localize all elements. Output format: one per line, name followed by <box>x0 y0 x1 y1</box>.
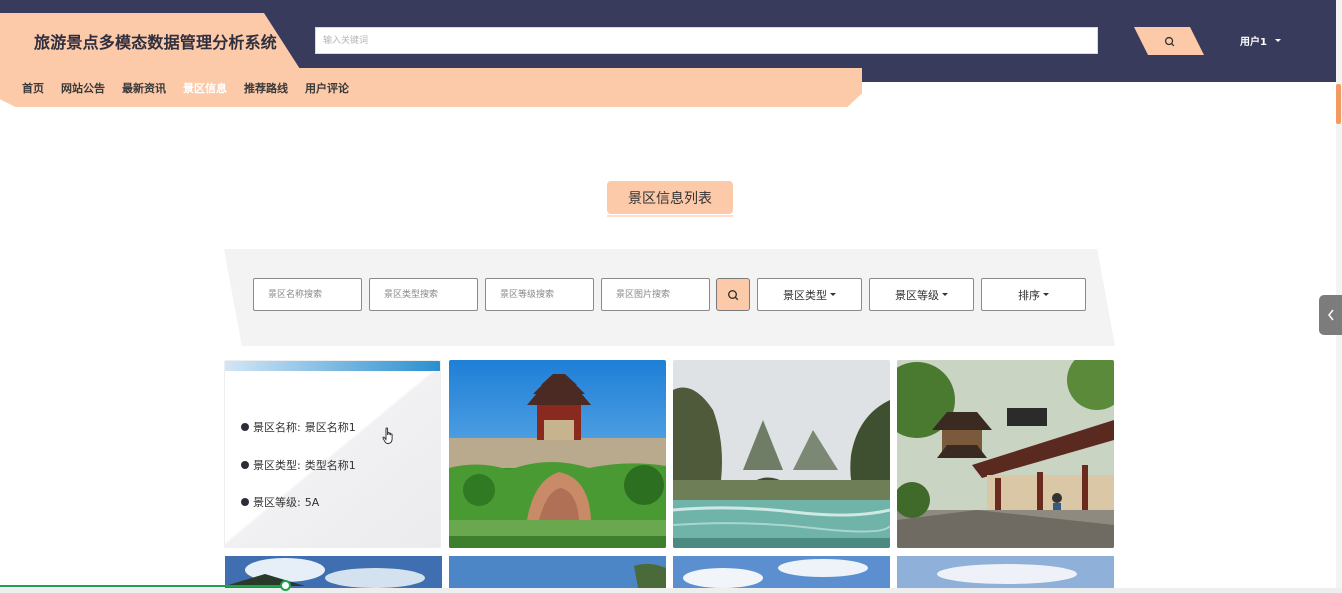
scenic-card[interactable]: 景区名称: 景区名称1 景区类型: 类型名称1 景区等级: 5A <box>224 360 441 548</box>
filter-search-button[interactable] <box>716 278 750 311</box>
nav-item-announcements[interactable]: 网站公告 <box>61 80 105 96</box>
nav-item-reviews[interactable]: 用户评论 <box>305 80 349 96</box>
level-dropdown[interactable]: 景区等级 <box>869 278 974 311</box>
chevron-down-icon <box>942 293 948 296</box>
card-type-label: 景区类型: <box>253 459 301 472</box>
bullet-icon <box>241 461 249 469</box>
user-label: 用户1 <box>1240 36 1267 48</box>
card-level-row: 景区等级: 5A <box>241 494 319 510</box>
hand-pointer-icon <box>382 427 393 444</box>
user-menu[interactable]: 用户1 <box>1240 30 1281 50</box>
bottom-bar <box>0 588 1342 593</box>
card-name-label: 景区名称: <box>253 421 301 434</box>
scenic-card-image[interactable] <box>897 360 1114 548</box>
bullet-icon <box>241 498 249 506</box>
scenic-photo-bridge <box>673 360 890 548</box>
scenic-photo-pavilion <box>897 360 1114 548</box>
card-level-label: 景区等级: <box>253 496 301 509</box>
nav-item-home[interactable]: 首页 <box>22 80 44 96</box>
nav-item-scenic-info[interactable]: 景区信息 <box>183 80 227 96</box>
nav-item-news[interactable]: 最新资讯 <box>122 80 166 96</box>
card-level-value: 5A <box>304 495 320 509</box>
type-dropdown-label: 景区类型 <box>783 288 827 302</box>
card-type-row: 景区类型: 类型名称1 <box>241 457 356 473</box>
sort-dropdown-label: 排序 <box>1018 288 1040 302</box>
bullet-icon <box>241 423 249 431</box>
card-name-value: 景区名称1 <box>304 421 356 434</box>
chevron-down-icon <box>830 293 836 296</box>
level-dropdown-label: 景区等级 <box>895 288 939 302</box>
scenic-card-image[interactable] <box>449 360 666 548</box>
type-dropdown[interactable]: 景区类型 <box>757 278 862 311</box>
app-title: 旅游景点多模态数据管理分析系统 <box>34 33 278 52</box>
scrollbar-thumb[interactable] <box>1336 84 1341 124</box>
section-title-underline <box>607 215 733 217</box>
type-search-input[interactable] <box>369 278 478 311</box>
scenic-photo-tower <box>449 360 666 548</box>
search-icon <box>728 289 739 300</box>
page: 旅游景点多模态数据管理分析系统 用户1 首页 网站公告 最新资讯 景区信息 推荐… <box>0 0 1342 593</box>
name-search-input[interactable] <box>253 278 362 311</box>
image-search-input[interactable] <box>601 278 710 311</box>
sort-dropdown[interactable]: 排序 <box>981 278 1086 311</box>
section-title: 景区信息列表 <box>607 181 733 214</box>
card-image-strip <box>225 361 440 371</box>
scenic-card-image[interactable] <box>673 360 890 548</box>
side-panel-toggle[interactable] <box>1319 295 1342 335</box>
main-nav: 首页 网站公告 最新资讯 景区信息 推荐路线 用户评论 <box>0 68 862 107</box>
brand-block: 旅游景点多模态数据管理分析系统 <box>0 13 300 69</box>
level-search-input[interactable] <box>485 278 594 311</box>
card-name-row: 景区名称: 景区名称1 <box>241 419 356 435</box>
global-search-input[interactable] <box>315 27 1098 54</box>
chevron-down-icon <box>1274 38 1281 42</box>
progress-bar[interactable] <box>0 585 286 587</box>
chevron-down-icon <box>1043 293 1049 296</box>
progress-handle[interactable] <box>280 580 291 591</box>
search-icon <box>1164 36 1174 46</box>
card-type-value: 类型名称1 <box>304 459 356 472</box>
chevron-left-icon <box>1327 309 1334 321</box>
nav-item-routes[interactable]: 推荐路线 <box>244 80 288 96</box>
